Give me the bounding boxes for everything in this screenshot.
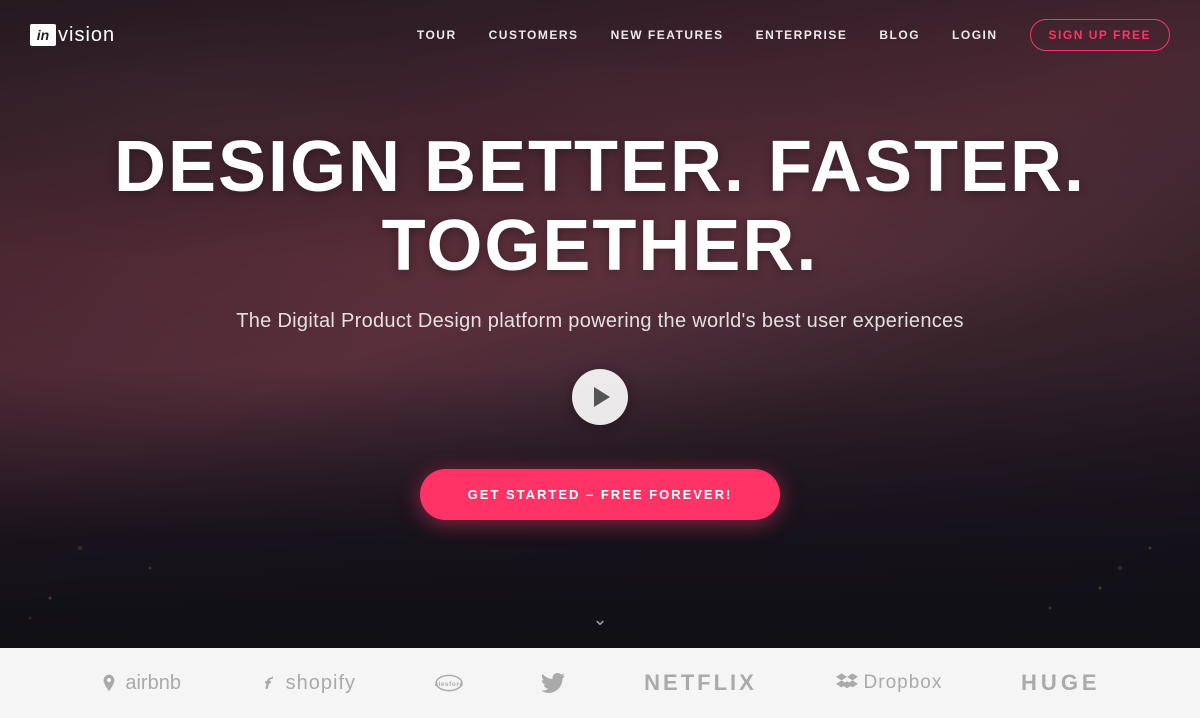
scroll-indicator: ⌄ bbox=[592, 609, 607, 630]
svg-text:salesforce: salesforce bbox=[435, 681, 463, 688]
nav-item-new-features[interactable]: NEW FEATURES bbox=[611, 28, 724, 42]
twitter-icon bbox=[541, 673, 565, 693]
shopify-icon bbox=[260, 673, 280, 693]
brand-huge: HUGE bbox=[1021, 670, 1101, 696]
salesforce-icon: salesforce bbox=[435, 673, 463, 693]
hero-content: DESIGN BETTER. FASTER. TOGETHER. The Dig… bbox=[0, 128, 1200, 520]
shopify-label: shopify bbox=[286, 672, 356, 695]
hero-subheadline: The Digital Product Design platform powe… bbox=[40, 310, 1160, 333]
play-button[interactable] bbox=[572, 369, 628, 425]
brand-netflix: NETFLIX bbox=[644, 670, 757, 696]
brand-dropbox: Dropbox bbox=[836, 672, 943, 694]
nav-item-login[interactable]: LOGIN bbox=[952, 28, 998, 42]
dropbox-icon bbox=[836, 673, 858, 693]
brand-airbnb: airbnb bbox=[99, 672, 181, 695]
nav-item-customers[interactable]: CUSTOMERS bbox=[489, 28, 579, 42]
main-nav: TOUR CUSTOMERS NEW FEATURES ENTERPRISE B… bbox=[417, 19, 1170, 51]
logo[interactable]: in vision bbox=[30, 24, 115, 47]
hero-headline: DESIGN BETTER. FASTER. TOGETHER. bbox=[40, 128, 1160, 286]
brand-salesforce: salesforce bbox=[435, 673, 463, 693]
nav-item-enterprise[interactable]: ENTERPRISE bbox=[756, 28, 848, 42]
airbnb-icon bbox=[99, 673, 119, 693]
huge-label: HUGE bbox=[1021, 670, 1101, 696]
nav-item-blog[interactable]: BLOG bbox=[879, 28, 920, 42]
brand-logo-bar: airbnb shopify salesforce NETFLIX Dropbo… bbox=[0, 648, 1200, 718]
signup-button[interactable]: SIGN UP FREE bbox=[1030, 19, 1170, 51]
netflix-label: NETFLIX bbox=[644, 670, 757, 696]
dropbox-label: Dropbox bbox=[864, 672, 943, 694]
brand-shopify: shopify bbox=[260, 672, 356, 695]
play-icon bbox=[594, 387, 610, 407]
airbnb-label: airbnb bbox=[125, 672, 181, 695]
header: in vision TOUR CUSTOMERS NEW FEATURES EN… bbox=[0, 0, 1200, 70]
hero-section: DESIGN BETTER. FASTER. TOGETHER. The Dig… bbox=[0, 0, 1200, 648]
logo-text: vision bbox=[58, 24, 115, 47]
cta-button[interactable]: GET STARTED – FREE FOREVER! bbox=[420, 469, 781, 520]
nav-item-tour[interactable]: TOUR bbox=[417, 28, 457, 42]
logo-box: in bbox=[30, 24, 56, 46]
brand-twitter bbox=[541, 673, 565, 693]
chevron-down-icon: ⌄ bbox=[592, 609, 607, 629]
